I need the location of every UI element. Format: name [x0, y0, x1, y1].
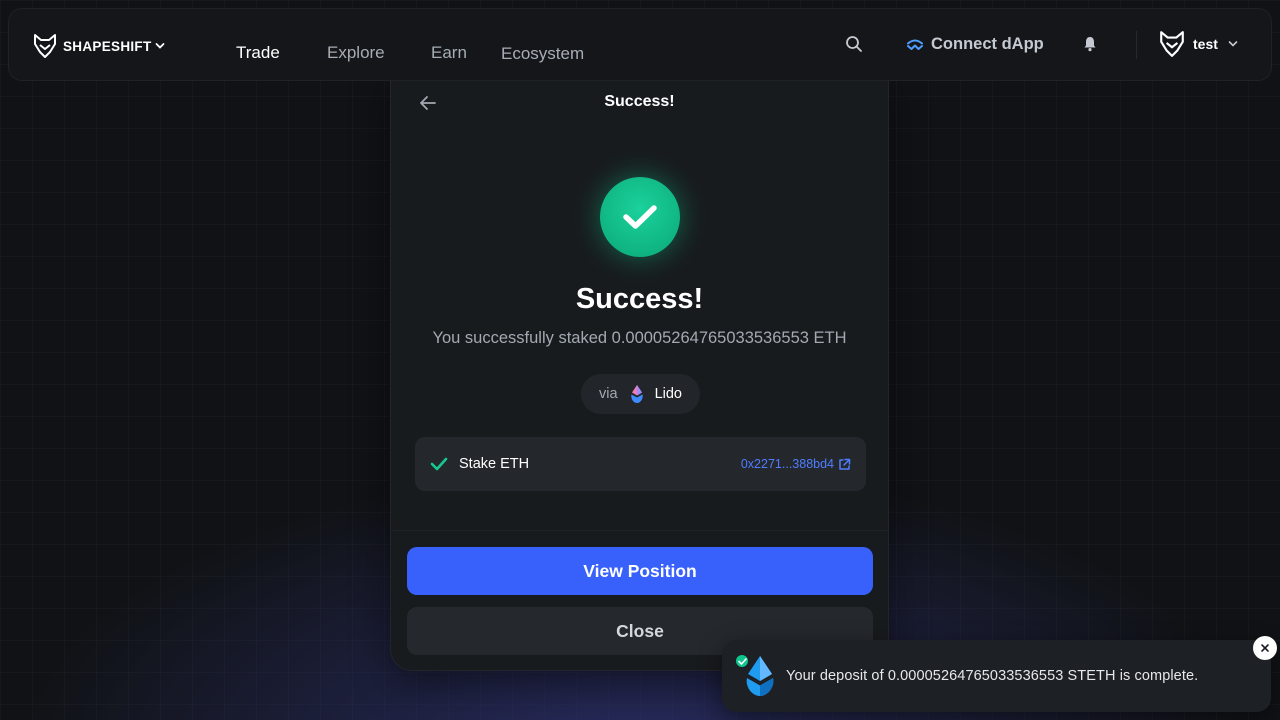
user-menu[interactable]: test	[1159, 30, 1238, 58]
nav-divider	[1136, 31, 1137, 59]
brand-menu[interactable]: SHAPESHIFT	[33, 33, 165, 59]
modal-title: Success!	[604, 93, 675, 110]
nav-link-ecosystem[interactable]: Ecosystem	[501, 44, 584, 64]
transaction-hash-link[interactable]: 0x2271...388bd4	[741, 457, 851, 471]
lido-logo-icon	[630, 385, 643, 403]
brand-name: SHAPESHIFT	[63, 38, 152, 54]
provider-pill: via Lido	[581, 374, 700, 414]
close-icon	[1261, 644, 1269, 652]
toast-close-button[interactable]	[1253, 636, 1277, 660]
chevron-down-icon	[1228, 41, 1238, 47]
provider-name: Lido	[654, 386, 682, 402]
transaction-hash: 0x2271...388bd4	[740, 457, 834, 471]
bell-icon	[1084, 37, 1096, 52]
user-name: test	[1193, 36, 1218, 52]
success-heading: Success!	[575, 283, 704, 315]
fox-logo-icon	[34, 34, 56, 58]
nav-link-explore[interactable]: Explore	[327, 43, 385, 63]
checkmark-icon	[623, 205, 657, 229]
search-icon	[846, 36, 862, 52]
transaction-row: Stake ETH 0x2271...388bd4	[415, 437, 866, 491]
external-link-icon	[839, 458, 851, 470]
walletconnect-icon	[907, 39, 923, 50]
check-icon	[430, 457, 448, 471]
toast-message: Your deposit of 0.00005264765033536553 S…	[786, 668, 1199, 684]
notifications-button[interactable]	[1083, 36, 1097, 57]
view-position-button[interactable]: View Position	[407, 547, 873, 595]
success-check-badge	[734, 653, 750, 669]
via-label: via	[599, 386, 618, 402]
modal-divider	[391, 530, 888, 531]
success-message: You successfully staked 0.00005264765033…	[432, 329, 847, 347]
connect-dapp-label: Connect dApp	[931, 35, 1044, 53]
nav-link-trade[interactable]: Trade	[236, 43, 280, 63]
nav-link-earn[interactable]: Earn	[431, 43, 467, 63]
success-badge	[600, 177, 680, 257]
connect-dapp-button[interactable]: Connect dApp	[906, 35, 1044, 54]
chevron-down-icon	[155, 43, 164, 49]
transaction-label: Stake ETH	[459, 456, 530, 472]
top-navigation: SHAPESHIFT Trade Explore Earn Ecosystem …	[8, 8, 1272, 81]
toast-notification: Your deposit of 0.00005264765033536553 S…	[722, 640, 1271, 712]
check-icon	[737, 657, 747, 665]
success-modal: Success! Success! You successfully stake…	[390, 73, 889, 671]
fox-avatar-icon	[1160, 31, 1184, 57]
search-button[interactable]	[845, 35, 863, 58]
